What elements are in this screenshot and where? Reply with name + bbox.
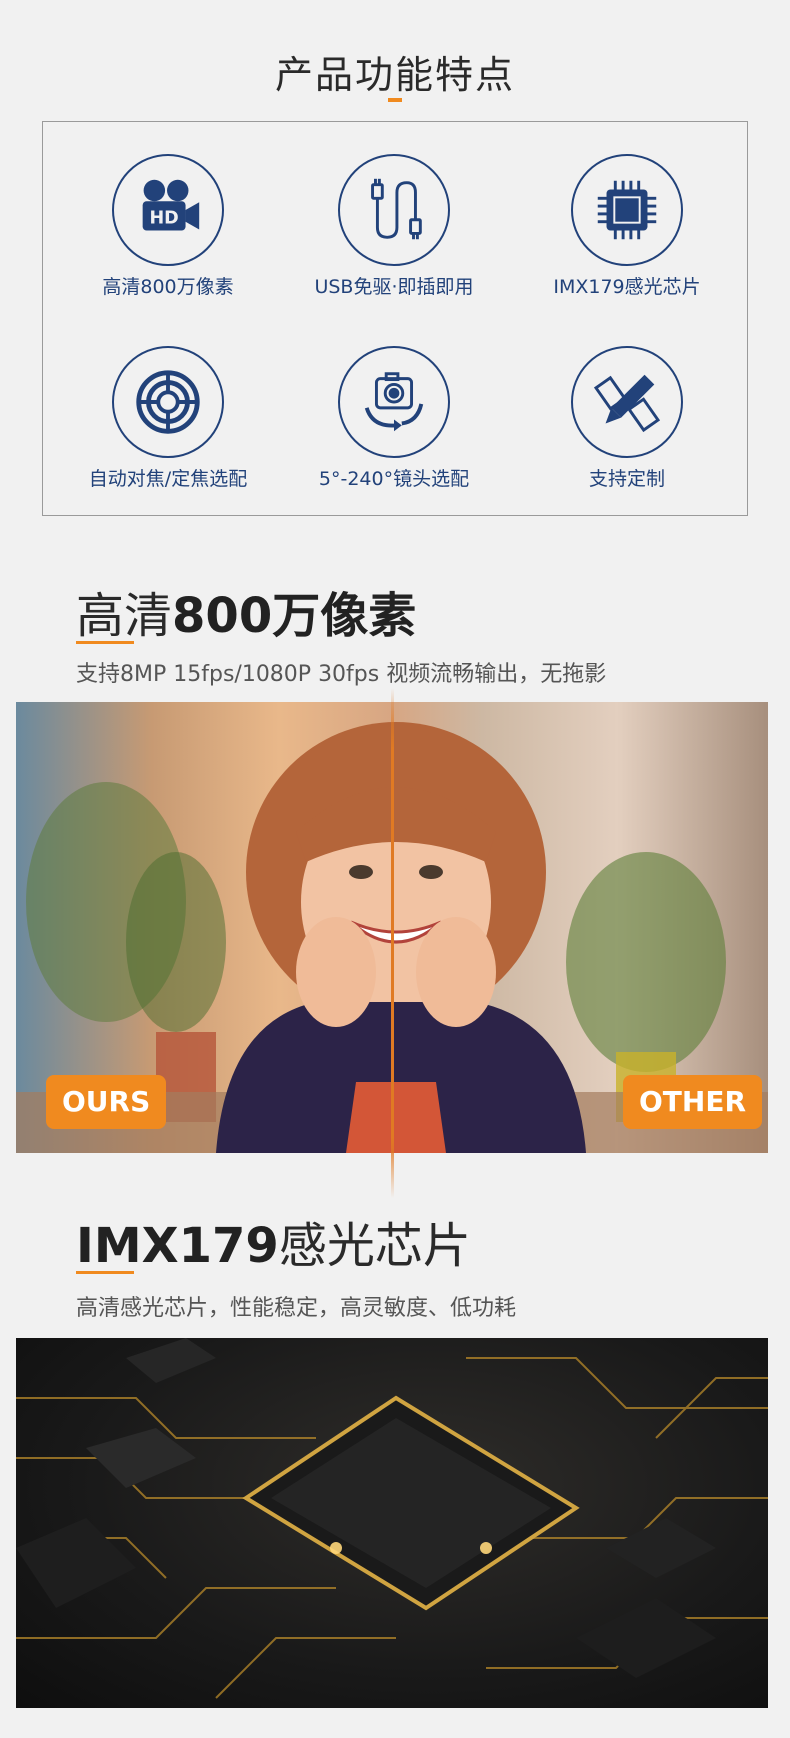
- sensor-heading-underline: [76, 1271, 134, 1274]
- feature-item-hd: HD 高清800万像素: [53, 154, 283, 299]
- feature-item-custom: 支持定制: [512, 346, 742, 491]
- other-badge: OTHER: [623, 1075, 763, 1129]
- feature-label-custom: 支持定制: [588, 468, 665, 490]
- feature-label-usb: USB免驱·即插即用: [314, 276, 474, 298]
- feature-item-focus: 自动对焦/定焦选配: [53, 346, 283, 491]
- features-title: 产品功能特点: [274, 53, 515, 97]
- pencil-ruler-icon: [571, 346, 683, 458]
- feature-label-chip: IMX179感光芯片: [553, 276, 701, 298]
- circuit-board-photo: [16, 1338, 768, 1708]
- feature-label-hd: 高清800万像素: [102, 276, 234, 298]
- lens-focus-icon: [112, 346, 224, 458]
- feature-item-usb: USB免驱·即插即用: [279, 154, 509, 299]
- hd-heading-underline: [76, 641, 134, 644]
- hd-subtitle: 支持8MP 15fps/1080P 30fps 视频流畅输出，无拖影: [76, 662, 607, 687]
- hd-heading-bold: 800万像素: [172, 588, 417, 644]
- sensor-heading: IMX179感光芯片: [76, 1206, 471, 1276]
- sensor-heading-light: 感光芯片: [278, 1218, 471, 1274]
- sensor-heading-bold: IMX179: [76, 1218, 279, 1274]
- chip-icon: [571, 154, 683, 266]
- ours-badge: OURS: [46, 1075, 167, 1129]
- feature-label-lens: 5°-240°镜头选配: [318, 468, 470, 490]
- comparison-divider: [391, 688, 394, 1198]
- hd-heading: 高清800万像素: [76, 576, 416, 646]
- feature-item-chip: IMX179感光芯片: [512, 154, 742, 299]
- svg-text:HD: HD: [149, 209, 178, 229]
- feature-item-lens: 5°-240°镜头选配: [279, 346, 509, 491]
- hd-camera-icon: HD: [112, 154, 224, 266]
- sensor-subtitle: 高清感光芯片，性能稳定，高灵敏度、低功耗: [76, 1296, 517, 1321]
- title-accent-bar: [388, 98, 402, 102]
- hd-heading-light: 高清: [76, 588, 173, 644]
- feature-label-focus: 自动对焦/定焦选配: [88, 468, 248, 490]
- camera-rotate-icon: [338, 346, 450, 458]
- usb-cable-icon: [338, 154, 450, 266]
